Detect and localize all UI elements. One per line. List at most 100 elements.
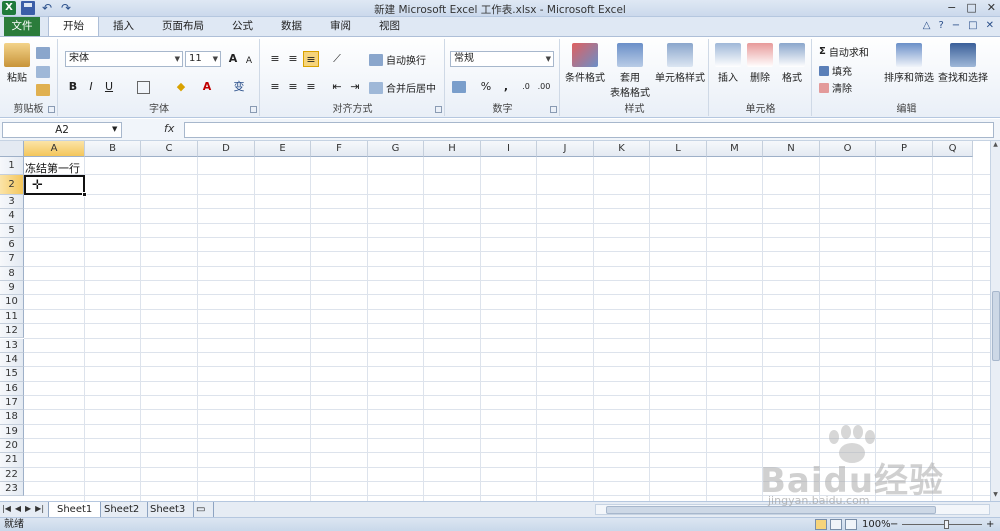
sheet-tab-sheet1[interactable]: Sheet1 xyxy=(48,502,102,517)
column-header-a[interactable]: A xyxy=(24,141,85,157)
increase-decimal-icon[interactable]: .0 xyxy=(518,79,534,95)
row-header-5[interactable]: 5 xyxy=(0,223,24,239)
row-header-1[interactable]: 1 xyxy=(0,157,24,175)
first-sheet-icon[interactable]: |◀ xyxy=(2,504,11,513)
tab-data[interactable]: 数据 xyxy=(267,17,316,36)
next-sheet-icon[interactable]: ▶ xyxy=(25,504,31,513)
align-bottom-icon[interactable]: ≡ xyxy=(303,51,319,67)
italic-button[interactable]: I xyxy=(83,79,99,95)
align-left-icon[interactable]: ≡ xyxy=(267,79,283,95)
help-icon[interactable]: ? xyxy=(938,20,943,31)
conditional-format-button[interactable]: 条件格式 xyxy=(563,43,607,84)
prev-sheet-icon[interactable]: ◀ xyxy=(15,504,21,513)
fill-color-icon[interactable]: ◆ xyxy=(173,79,189,95)
name-box[interactable]: A2 xyxy=(2,122,122,138)
autosum-button[interactable]: Σ 自动求和 xyxy=(819,44,869,59)
minimize-button[interactable]: − xyxy=(947,1,956,14)
column-header-e[interactable]: E xyxy=(255,141,311,157)
column-header-k[interactable]: K xyxy=(594,141,650,157)
scroll-down-icon[interactable]: ▼ xyxy=(991,491,1000,501)
zoom-level[interactable]: 100% xyxy=(862,518,891,531)
minimize-ribbon-icon[interactable]: △ xyxy=(923,20,931,31)
row-header-15[interactable]: 15 xyxy=(0,367,24,382)
currency-icon[interactable] xyxy=(452,81,466,93)
format-painter-icon[interactable] xyxy=(36,84,50,96)
scroll-up-icon[interactable]: ▲ xyxy=(991,141,1000,151)
tab-page-layout[interactable]: 页面布局 xyxy=(148,17,218,36)
chevron-down-icon[interactable]: ▼ xyxy=(112,125,117,133)
insert-sheet-icon[interactable]: ▭ xyxy=(188,502,215,517)
phonetic-icon[interactable]: 变 xyxy=(231,79,247,95)
sheet-tab-sheet3[interactable]: Sheet3 xyxy=(142,502,195,517)
sort-filter-button[interactable]: 排序和筛选 xyxy=(883,43,935,84)
zoom-slider[interactable] xyxy=(902,524,982,525)
row-header-3[interactable]: 3 xyxy=(0,195,24,210)
align-middle-icon[interactable]: ≡ xyxy=(285,51,301,67)
row-header-20[interactable]: 20 xyxy=(0,438,24,454)
insert-function-icon[interactable]: fx xyxy=(164,122,174,135)
column-header-p[interactable]: P xyxy=(876,141,933,157)
column-header-o[interactable]: O xyxy=(820,141,876,157)
orientation-icon[interactable]: ⟋ xyxy=(329,51,345,67)
font-color-icon[interactable]: A xyxy=(199,79,215,95)
row-header-7[interactable]: 7 xyxy=(0,252,24,267)
column-header-m[interactable]: M xyxy=(707,141,763,157)
row-header-12[interactable]: 12 xyxy=(0,324,24,339)
borders-icon[interactable] xyxy=(137,81,150,94)
bold-button[interactable]: B xyxy=(65,79,81,95)
grow-font-button[interactable]: A xyxy=(225,51,241,67)
format-cells-button[interactable]: 格式 xyxy=(778,43,806,84)
column-header-g[interactable]: G xyxy=(368,141,424,157)
vertical-scroll-thumb[interactable] xyxy=(992,291,1000,361)
increase-indent-icon[interactable]: ⇥ xyxy=(347,79,363,95)
row-header-4[interactable]: 4 xyxy=(0,209,24,224)
zoom-out-button[interactable]: − xyxy=(890,518,898,531)
workbook-close-icon[interactable]: ✕ xyxy=(986,20,994,31)
clear-button[interactable]: 清除 xyxy=(819,80,852,95)
merge-center-button[interactable]: 合并后居中 xyxy=(369,80,436,95)
zoom-slider-knob[interactable] xyxy=(944,520,949,529)
row-header-21[interactable]: 21 xyxy=(0,453,24,468)
row-header-16[interactable]: 16 xyxy=(0,381,24,396)
cut-icon[interactable] xyxy=(36,47,50,59)
row-header-2[interactable]: 2 xyxy=(0,175,24,195)
select-all-corner[interactable] xyxy=(0,141,24,157)
delete-cells-button[interactable]: 删除 xyxy=(746,43,774,84)
decrease-decimal-icon[interactable]: .00 xyxy=(536,79,552,95)
column-header-c[interactable]: C xyxy=(141,141,198,157)
formula-input[interactable] xyxy=(184,122,994,138)
page-layout-view-icon[interactable] xyxy=(830,519,842,530)
tab-view[interactable]: 视图 xyxy=(365,17,414,36)
copy-icon[interactable] xyxy=(36,66,50,78)
maximize-button[interactable]: □ xyxy=(966,1,976,14)
font-size-select[interactable]: 11 ▼ xyxy=(185,51,221,67)
underline-button[interactable]: U xyxy=(101,79,117,95)
tab-insert[interactable]: 插入 xyxy=(99,17,148,36)
fill-button[interactable]: 填充 xyxy=(819,63,852,78)
find-select-button[interactable]: 查找和选择 xyxy=(937,43,989,84)
normal-view-icon[interactable] xyxy=(815,519,827,530)
row-header-17[interactable]: 17 xyxy=(0,395,24,411)
tab-review[interactable]: 审阅 xyxy=(316,17,365,36)
number-launcher-icon[interactable] xyxy=(550,106,557,113)
row-header-9[interactable]: 9 xyxy=(0,281,24,296)
comma-button[interactable]: , xyxy=(498,79,514,95)
column-header-q[interactable]: Q xyxy=(933,141,973,157)
vertical-scrollbar[interactable]: ▲ ▼ xyxy=(990,141,1000,501)
cell-a1[interactable]: 冻结第一行 xyxy=(25,160,80,176)
wrap-text-button[interactable]: 自动换行 xyxy=(369,52,426,67)
tab-formulas[interactable]: 公式 xyxy=(218,17,267,36)
shrink-font-button[interactable]: A xyxy=(241,53,257,69)
insert-cells-button[interactable]: 插入 xyxy=(714,43,742,84)
font-launcher-icon[interactable] xyxy=(250,106,257,113)
workbook-restore-icon[interactable]: □ xyxy=(968,20,977,31)
row-header-10[interactable]: 10 xyxy=(0,295,24,310)
workbook-minimize-icon[interactable]: − xyxy=(952,20,960,31)
tab-home[interactable]: 开始 xyxy=(48,16,99,36)
row-header-13[interactable]: 13 xyxy=(0,338,24,353)
column-header-f[interactable]: F xyxy=(311,141,368,157)
page-break-view-icon[interactable] xyxy=(845,519,857,530)
align-top-icon[interactable]: ≡ xyxy=(267,51,283,67)
zoom-in-button[interactable]: + xyxy=(986,518,994,531)
decrease-indent-icon[interactable]: ⇤ xyxy=(329,79,345,95)
